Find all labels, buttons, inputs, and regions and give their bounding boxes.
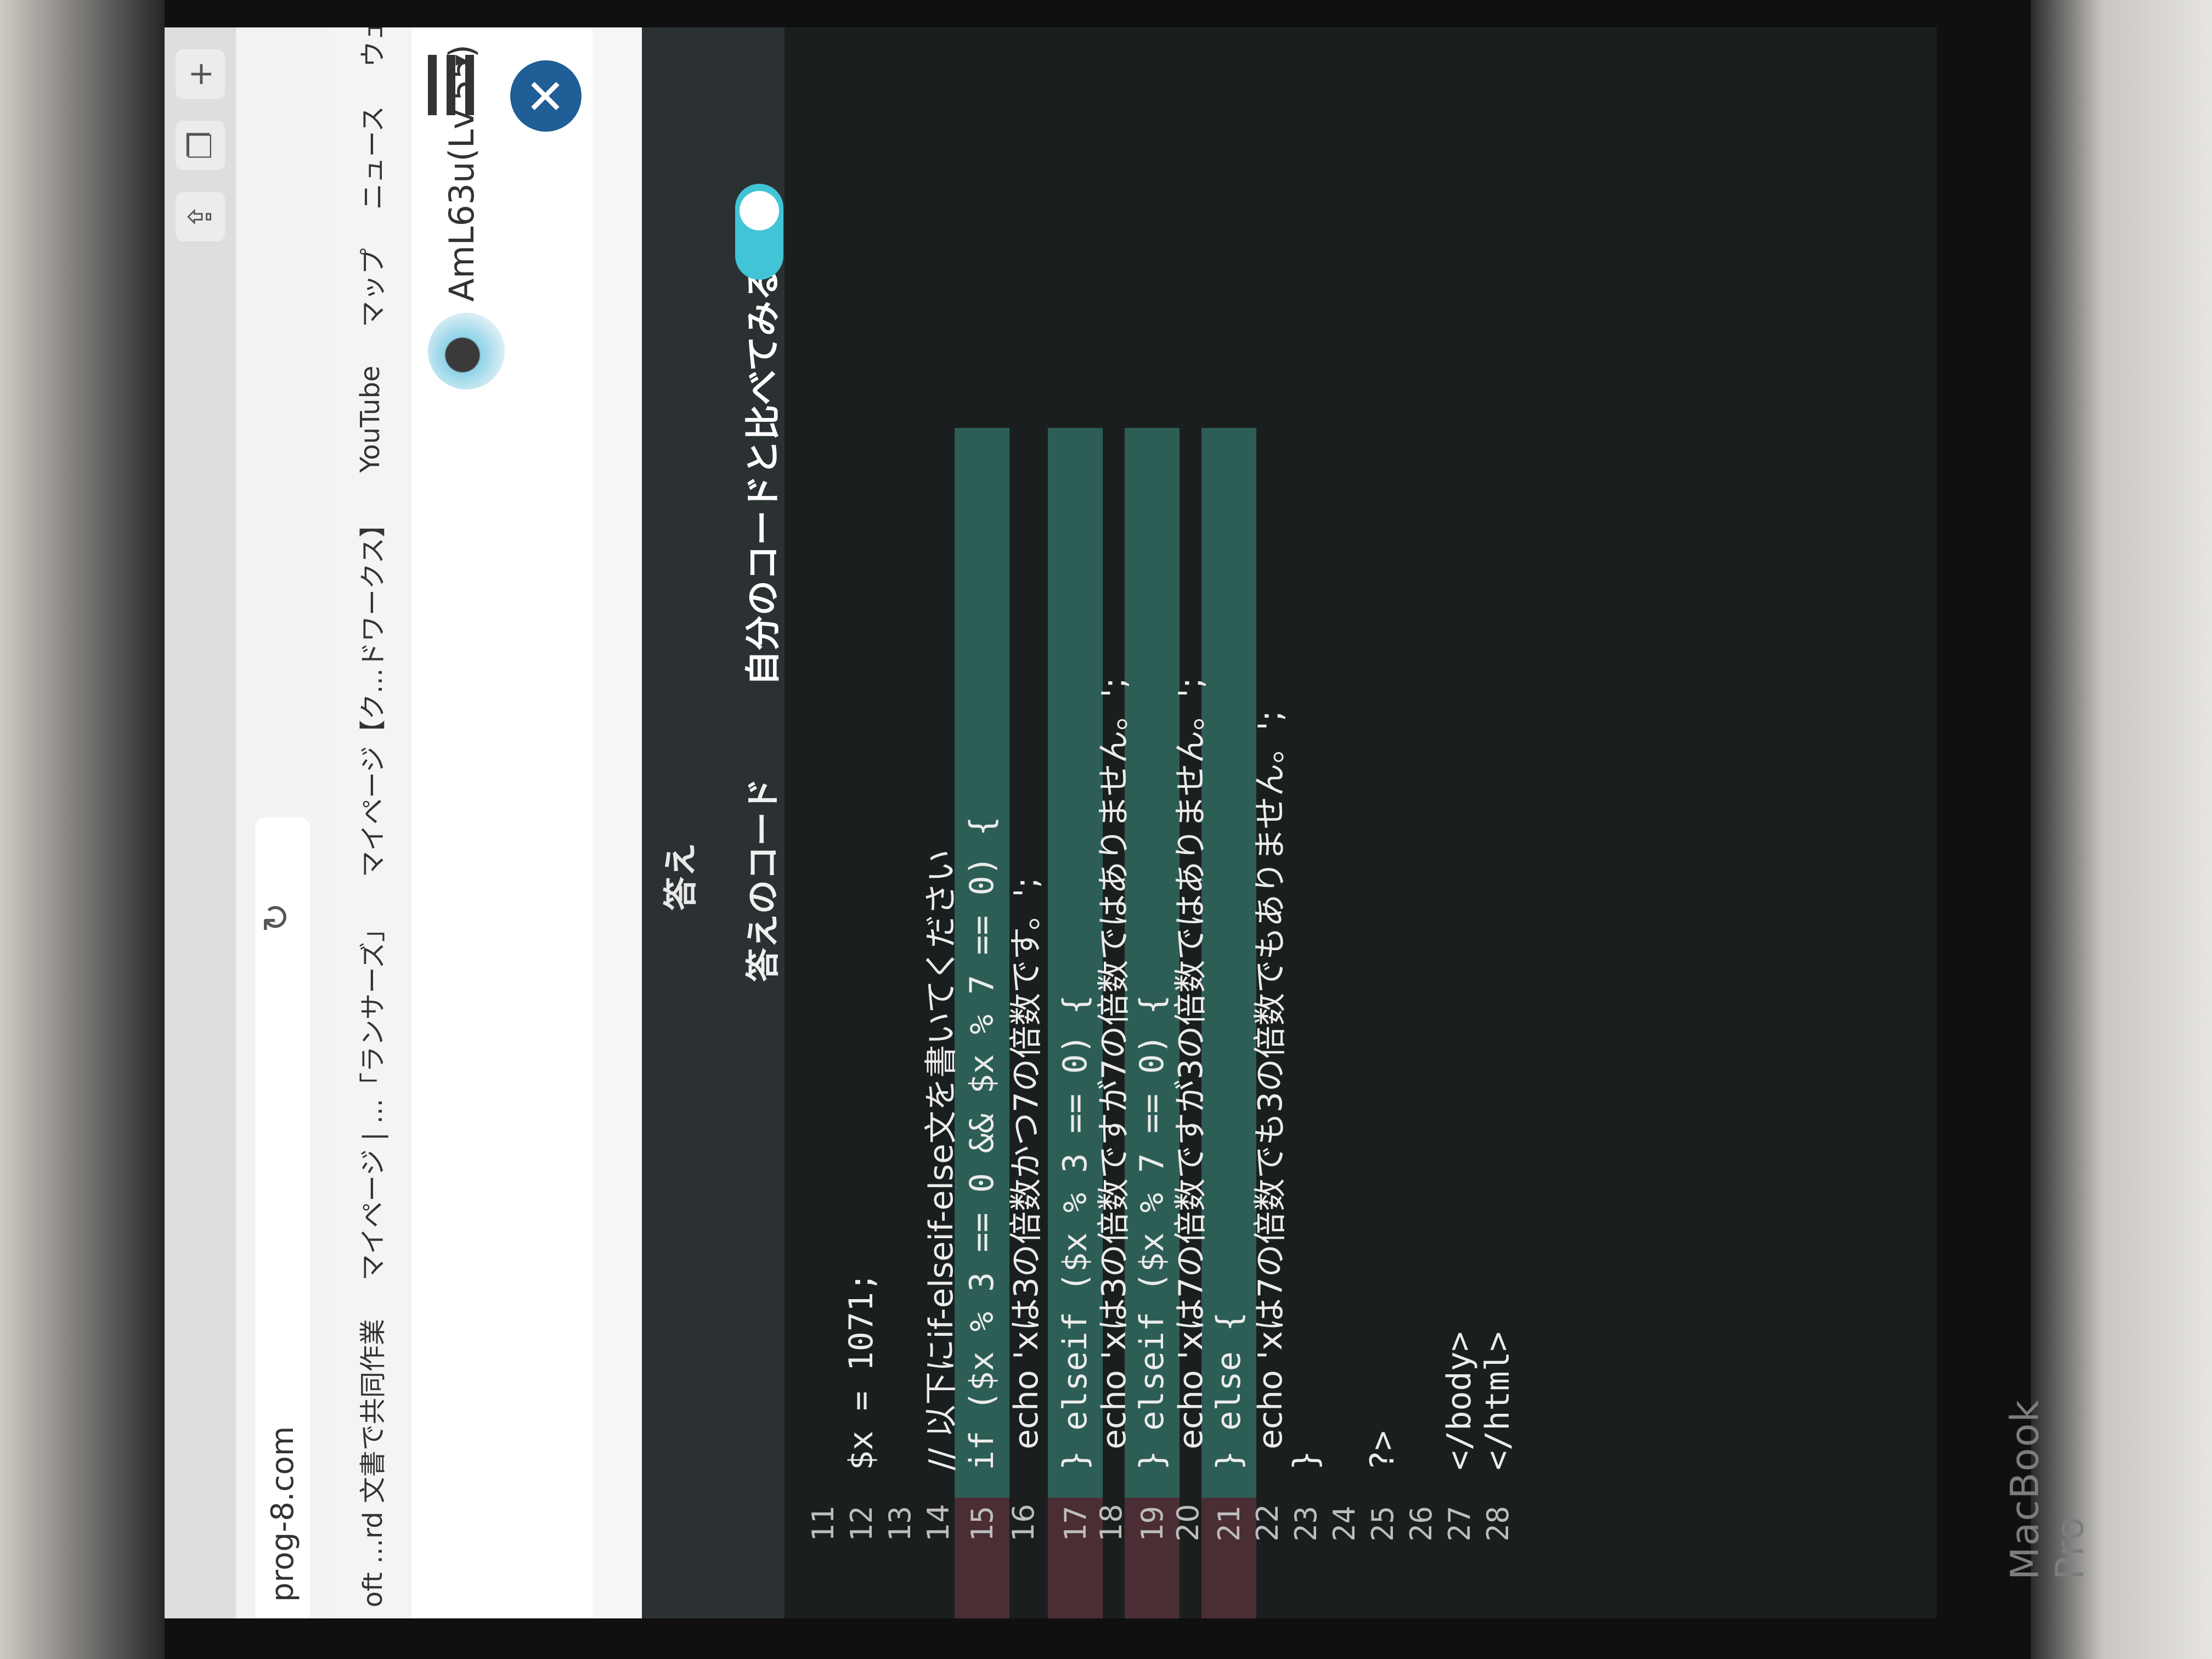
code-line: 13 bbox=[878, 1470, 922, 1542]
laptop-screen: ⇪ ❐ + prog-8.com ↻ oft ...rd 文書で共同作業 マイペ… bbox=[165, 27, 1937, 1618]
line-number: 13 bbox=[882, 1505, 917, 1542]
code-line: 18 echo 'xは3の倍数ですが7の倍数ではありません。'; bbox=[1089, 678, 1133, 1542]
line-number: 27 bbox=[1442, 1505, 1477, 1542]
code-line: 24 bbox=[1322, 1470, 1366, 1542]
code-text: $x = 1071; bbox=[842, 1272, 881, 1470]
line-number: 21 bbox=[1211, 1505, 1246, 1542]
line-number: 26 bbox=[1403, 1505, 1438, 1542]
line-number: 23 bbox=[1288, 1505, 1323, 1542]
code-line: 11 bbox=[801, 1470, 845, 1542]
code-text: } bbox=[1286, 1450, 1325, 1470]
code-viewer: 11 12 $x = 1071; 13 14 // 以下にif-elseif-els… bbox=[785, 27, 1937, 1618]
bookmark-item[interactable]: ウェブストア bbox=[351, 27, 390, 67]
code-line: 14 // 以下にif-elseif-else文を書いてください bbox=[916, 849, 961, 1542]
bookmark-item[interactable]: マップ bbox=[351, 248, 390, 327]
code-line: 26 bbox=[1399, 1470, 1443, 1542]
compare-toggle-label: 自分のコードと比べてみる bbox=[743, 266, 784, 686]
code-text: } else { bbox=[1210, 1312, 1248, 1470]
bookmark-item[interactable]: oft ...rd 文書で共同作業 bbox=[351, 1319, 390, 1607]
tab-answer[interactable]: 答え bbox=[653, 843, 702, 911]
bookmarks-bar: oft ...rd 文書で共同作業 マイページ | ...「ランサーズ」 マイペ… bbox=[329, 27, 411, 1618]
modal-header: 答え 自分のコードと比べてみる 答えのコード bbox=[642, 27, 785, 1618]
code-line: 16 echo 'xは3の倍数かつ7の倍数です。'; bbox=[1001, 877, 1046, 1542]
code-line: 12 $x = 1071; bbox=[839, 1272, 883, 1542]
laptop-brand-label: MacBook Pro bbox=[2002, 1399, 2092, 1580]
line-number: 18 bbox=[1093, 1504, 1128, 1542]
code-text: echo 'xは3の倍数かつ7の倍数です。'; bbox=[1007, 877, 1046, 1470]
reload-icon[interactable]: ↻ bbox=[255, 902, 297, 933]
code-text: </html> bbox=[1479, 1331, 1517, 1470]
line-number: 22 bbox=[1250, 1504, 1285, 1542]
code-line: 15 if ($x % 3 == 0 && $x % 7 == 0) { bbox=[960, 816, 1004, 1542]
line-number: 11 bbox=[805, 1505, 840, 1542]
code-line: 27 </body> bbox=[1437, 1331, 1481, 1542]
code-line: 20 echo 'xは7の倍数ですが3の倍数ではありません。'; bbox=[1166, 678, 1210, 1542]
bookmark-item[interactable]: ニュース bbox=[351, 106, 390, 210]
line-number: 19 bbox=[1135, 1505, 1170, 1542]
code-line: 23} bbox=[1284, 1451, 1328, 1542]
line-number: 25 bbox=[1365, 1505, 1400, 1542]
browser-toolbar: prog-8.com ↻ bbox=[236, 27, 330, 1618]
line-number: 14 bbox=[921, 1504, 956, 1542]
code-title: 答えのコード bbox=[743, 777, 783, 982]
line-number: 24 bbox=[1327, 1505, 1362, 1542]
hamburger-menu-icon[interactable] bbox=[428, 55, 483, 115]
line-number: 20 bbox=[1170, 1504, 1205, 1542]
tabs-overview-icon[interactable]: ❐ bbox=[176, 121, 225, 170]
code-comment: // 以下にif-elseif-else文を書いてください bbox=[922, 849, 961, 1470]
line-number: 12 bbox=[844, 1505, 879, 1542]
code-text: ?> bbox=[1363, 1430, 1402, 1470]
line-number: 16 bbox=[1006, 1504, 1041, 1542]
bookmark-item[interactable]: マイページ | ...「ランサーズ」 bbox=[351, 916, 390, 1280]
bookmark-item[interactable]: YouTube bbox=[355, 365, 386, 472]
code-text: echo 'xは7の倍数でも3の倍数でもありません。'; bbox=[1251, 710, 1290, 1470]
code-text: echo 'xは3の倍数ですが7の倍数ではありません。'; bbox=[1094, 677, 1133, 1470]
address-url: prog-8.com bbox=[264, 1426, 301, 1602]
share-icon[interactable]: ⇪ bbox=[176, 192, 225, 241]
code-line: 28 </html> bbox=[1476, 1331, 1520, 1542]
site-header: AmL63u(Lv.55) ▾ ✕ bbox=[411, 27, 592, 1618]
close-button[interactable]: ✕ bbox=[510, 60, 582, 132]
new-tab-button[interactable]: + bbox=[176, 49, 225, 99]
address-bar[interactable]: prog-8.com bbox=[255, 817, 310, 1618]
bookmark-item[interactable]: マイページ【ク...ドワークス】 bbox=[351, 511, 390, 877]
code-line: 25 ?> bbox=[1361, 1431, 1404, 1542]
browser-tab-strip: ⇪ ❐ + bbox=[165, 27, 236, 1618]
code-text: </body> bbox=[1440, 1331, 1479, 1470]
line-number: 15 bbox=[964, 1505, 1000, 1542]
answer-modal: 答え 自分のコードと比べてみる 答えのコード 11 12 $x = 1071; 1… bbox=[642, 27, 1937, 1618]
desk-background-left bbox=[0, 0, 165, 1659]
line-number: 28 bbox=[1480, 1505, 1515, 1542]
line-number: 17 bbox=[1058, 1505, 1093, 1542]
avatar[interactable] bbox=[428, 313, 505, 390]
compare-toggle[interactable] bbox=[735, 184, 783, 280]
code-text: if ($x % 3 == 0 && $x % 7 == 0) { bbox=[963, 816, 1001, 1470]
code-text: echo 'xは7の倍数ですが3の倍数ではありません。'; bbox=[1171, 677, 1210, 1470]
code-line: 22 echo 'xは7の倍数でも3の倍数でもありません。'; bbox=[1245, 710, 1290, 1542]
